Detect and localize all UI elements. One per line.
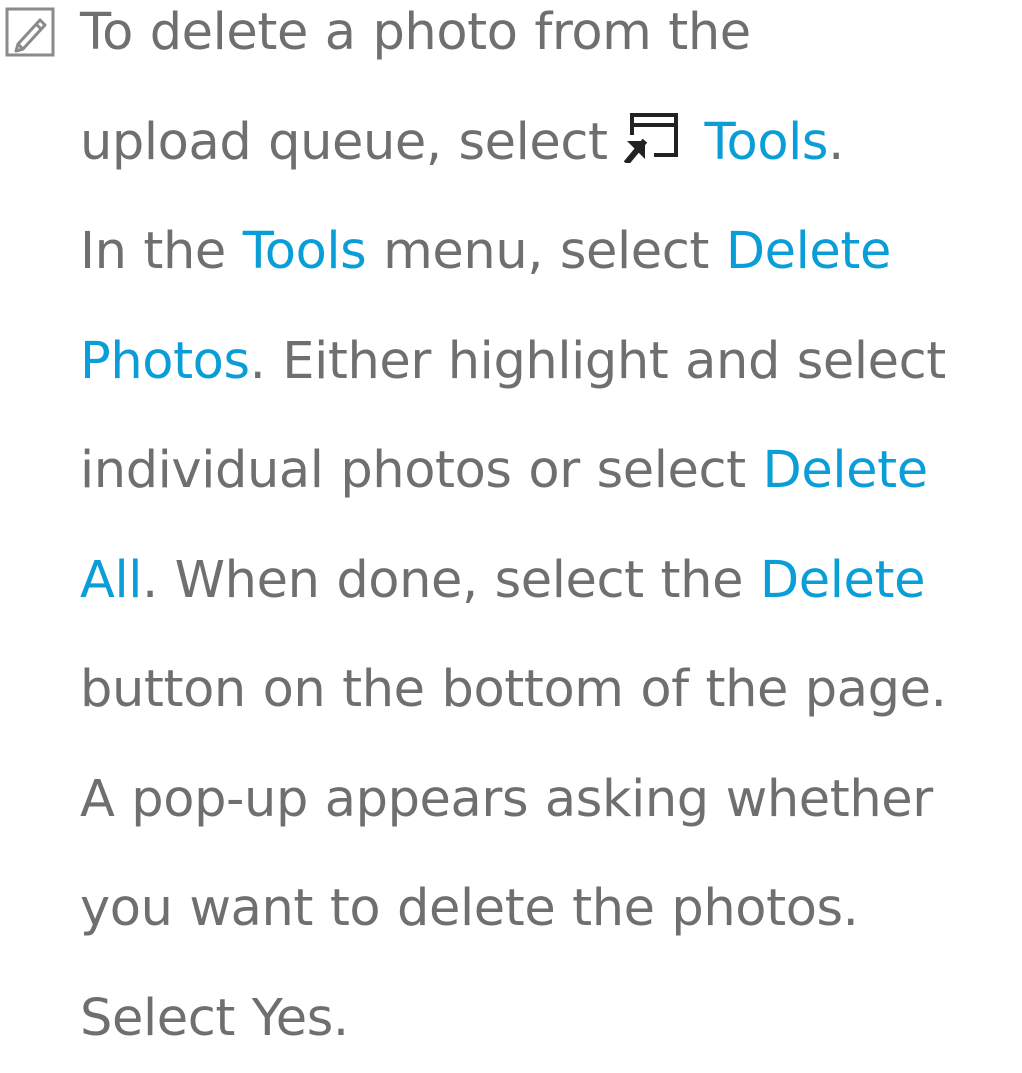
text-segment: menu, select bbox=[366, 222, 725, 281]
tools-icon bbox=[624, 111, 682, 163]
text-segment: To delete a photo from the bbox=[80, 3, 751, 62]
note-line-4: Photos. Either highlight and select bbox=[80, 307, 1020, 417]
text-segment: A pop-up appears asking whether bbox=[80, 770, 933, 829]
note-block: To delete a photo from the upload queue,… bbox=[0, 0, 1022, 1053]
delete-all-term-part2: All bbox=[80, 551, 142, 610]
tools-menu-term: Tools bbox=[243, 222, 367, 281]
text-segment: . bbox=[828, 113, 844, 172]
note-line-10: Select Yes. bbox=[80, 964, 1020, 1073]
note-line-7: button on the bottom of the page. bbox=[80, 635, 1020, 745]
note-line-8: A pop-up appears asking whether bbox=[80, 745, 1020, 855]
text-segment: . When done, select the bbox=[142, 551, 760, 610]
text-segment: . Either highlight and select bbox=[250, 332, 946, 391]
note-line-2: upload queue, select Tools. bbox=[80, 88, 1020, 198]
note-line-1: To delete a photo from the bbox=[80, 0, 1020, 88]
note-line-9: you want to delete the photos. bbox=[80, 854, 1020, 964]
text-segment: individual photos or select bbox=[80, 441, 763, 500]
note-pencil-icon bbox=[4, 6, 56, 58]
note-text: To delete a photo from the upload queue,… bbox=[80, 0, 1020, 1073]
delete-photos-term-part1: Delete bbox=[726, 222, 891, 281]
note-line-6: All. When done, select the Delete bbox=[80, 526, 1020, 636]
text-segment: Select Yes. bbox=[80, 989, 349, 1048]
text-segment: In the bbox=[80, 222, 243, 281]
delete-button-term: Delete bbox=[760, 551, 925, 610]
note-line-5: individual photos or select Delete bbox=[80, 416, 1020, 526]
text-segment: you want to delete the photos. bbox=[80, 879, 859, 938]
note-line-3: In the Tools menu, select Delete bbox=[80, 197, 1020, 307]
delete-all-term-part1: Delete bbox=[763, 441, 928, 500]
tools-link: Tools bbox=[704, 113, 828, 172]
text-segment: upload queue, select bbox=[80, 113, 624, 172]
text-segment: button on the bottom of the page. bbox=[80, 660, 946, 719]
delete-photos-term-part2: Photos bbox=[80, 332, 250, 391]
